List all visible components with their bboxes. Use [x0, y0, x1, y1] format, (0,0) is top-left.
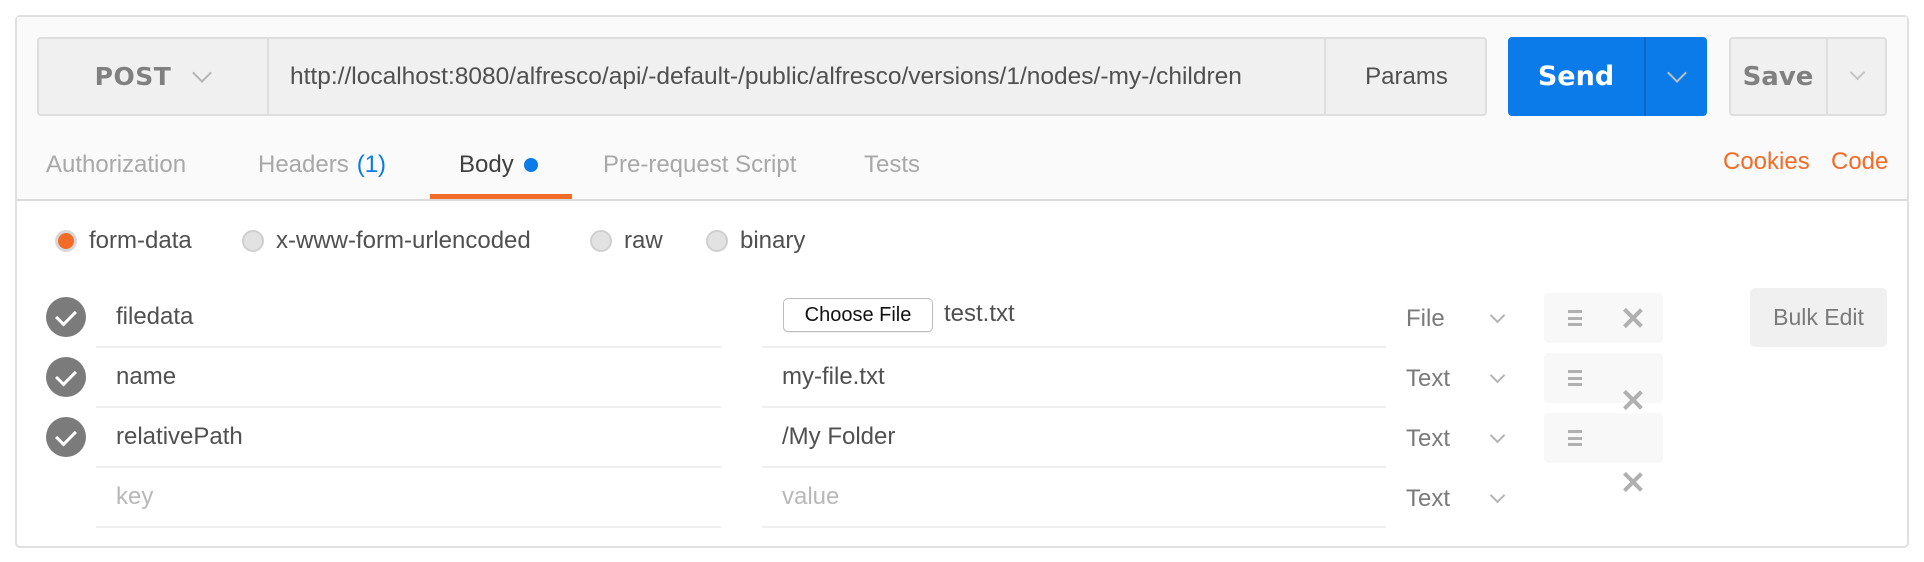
- row-enabled-checkbox[interactable]: [46, 357, 86, 397]
- row-type-select[interactable]: Text: [1406, 479, 1450, 519]
- type-dropdown-toggle[interactable]: [1477, 419, 1517, 459]
- type-dropdown-toggle[interactable]: [1477, 299, 1517, 339]
- new-key-input[interactable]: key: [116, 477, 153, 517]
- headers-count-badge: (1): [356, 151, 387, 178]
- tab-bar-divider: [17, 199, 1907, 201]
- row-type-select[interactable]: Text: [1406, 419, 1450, 459]
- key-underline: [96, 406, 721, 408]
- tab-body[interactable]: Body: [459, 145, 538, 185]
- radio-selected[interactable]: [55, 230, 77, 252]
- row-key[interactable]: filedata: [116, 297, 193, 337]
- tab-label: Tests: [864, 151, 921, 178]
- delete-row-icon[interactable]: [1622, 471, 1644, 493]
- value-underline: [762, 406, 1386, 408]
- chevron-down-icon: [1849, 64, 1866, 81]
- row-type-select[interactable]: Text: [1406, 359, 1450, 399]
- chevron-down-icon: [1489, 487, 1505, 503]
- chevron-down-icon: [1489, 307, 1505, 323]
- row-value[interactable]: my-file.txt: [782, 357, 885, 397]
- radio-unselected[interactable]: [590, 230, 612, 252]
- tab-tests[interactable]: Tests: [864, 145, 920, 185]
- tab-label: Authorization: [46, 151, 187, 178]
- key-underline: [96, 346, 721, 348]
- tab-label: Pre-request Script: [603, 151, 797, 178]
- radio-label: x-www-form-urlencoded: [276, 227, 531, 254]
- body-type-form-data[interactable]: form-data: [55, 226, 192, 256]
- row-actions: [1544, 293, 1663, 343]
- value-underline: [762, 466, 1386, 468]
- params-button[interactable]: Params: [1324, 37, 1487, 116]
- modified-dot-icon: [523, 158, 538, 172]
- chevron-down-icon: [1666, 62, 1687, 83]
- tab-label: Body: [459, 151, 514, 178]
- radio-label: raw: [624, 227, 663, 254]
- bulk-edit-button[interactable]: Bulk Edit: [1750, 288, 1887, 347]
- row-key[interactable]: relativePath: [116, 417, 243, 457]
- row-actions: [1544, 353, 1663, 403]
- tab-headers[interactable]: Headers (1): [258, 145, 386, 185]
- body-type-binary[interactable]: binary: [706, 226, 805, 256]
- send-button[interactable]: Send: [1508, 37, 1644, 116]
- delete-row-icon[interactable]: [1622, 307, 1644, 329]
- send-options-button[interactable]: [1646, 37, 1707, 116]
- chevron-down-icon: [1489, 427, 1505, 443]
- delete-row-icon[interactable]: [1622, 389, 1644, 411]
- new-value-input[interactable]: value: [782, 477, 839, 517]
- row-key[interactable]: name: [116, 357, 176, 397]
- body-type-raw[interactable]: raw: [590, 226, 663, 256]
- type-dropdown-toggle[interactable]: [1477, 479, 1517, 519]
- body-type-urlencoded[interactable]: x-www-form-urlencoded: [242, 226, 531, 256]
- tab-authorization[interactable]: Authorization: [46, 145, 186, 185]
- choose-file-button[interactable]: Choose File: [783, 298, 933, 332]
- key-underline: [96, 526, 721, 528]
- chevron-down-icon: [192, 62, 213, 83]
- cookies-link[interactable]: Cookies: [1723, 148, 1810, 176]
- row-value[interactable]: /My Folder: [782, 417, 895, 457]
- drag-handle-icon[interactable]: [1568, 430, 1582, 446]
- row-actions: [1544, 413, 1663, 463]
- key-underline: [96, 466, 721, 468]
- row-enabled-checkbox[interactable]: [46, 417, 86, 457]
- method-label: POST: [94, 62, 172, 91]
- url-input[interactable]: http://localhost:8080/alfresco/api/-defa…: [290, 37, 1310, 116]
- type-dropdown-toggle[interactable]: [1477, 359, 1517, 399]
- selected-file-name: test.txt: [944, 300, 1015, 327]
- row-enabled-checkbox[interactable]: [46, 297, 86, 337]
- radio-unselected[interactable]: [242, 230, 264, 252]
- value-underline: [762, 526, 1386, 528]
- drag-handle-icon[interactable]: [1568, 310, 1582, 326]
- drag-handle-icon[interactable]: [1568, 370, 1582, 386]
- value-underline: [762, 346, 1386, 348]
- code-link[interactable]: Code: [1831, 148, 1888, 176]
- radio-label: binary: [740, 227, 806, 254]
- tab-pre-request-script[interactable]: Pre-request Script: [603, 145, 796, 185]
- save-button[interactable]: Save: [1729, 37, 1827, 116]
- radio-label: form-data: [89, 227, 192, 254]
- row-type-select[interactable]: File: [1406, 299, 1445, 339]
- tab-label: Headers: [258, 151, 349, 178]
- radio-unselected[interactable]: [706, 230, 728, 252]
- method-dropdown[interactable]: POST: [37, 37, 269, 116]
- chevron-down-icon: [1489, 367, 1505, 383]
- save-options-button[interactable]: [1828, 37, 1887, 116]
